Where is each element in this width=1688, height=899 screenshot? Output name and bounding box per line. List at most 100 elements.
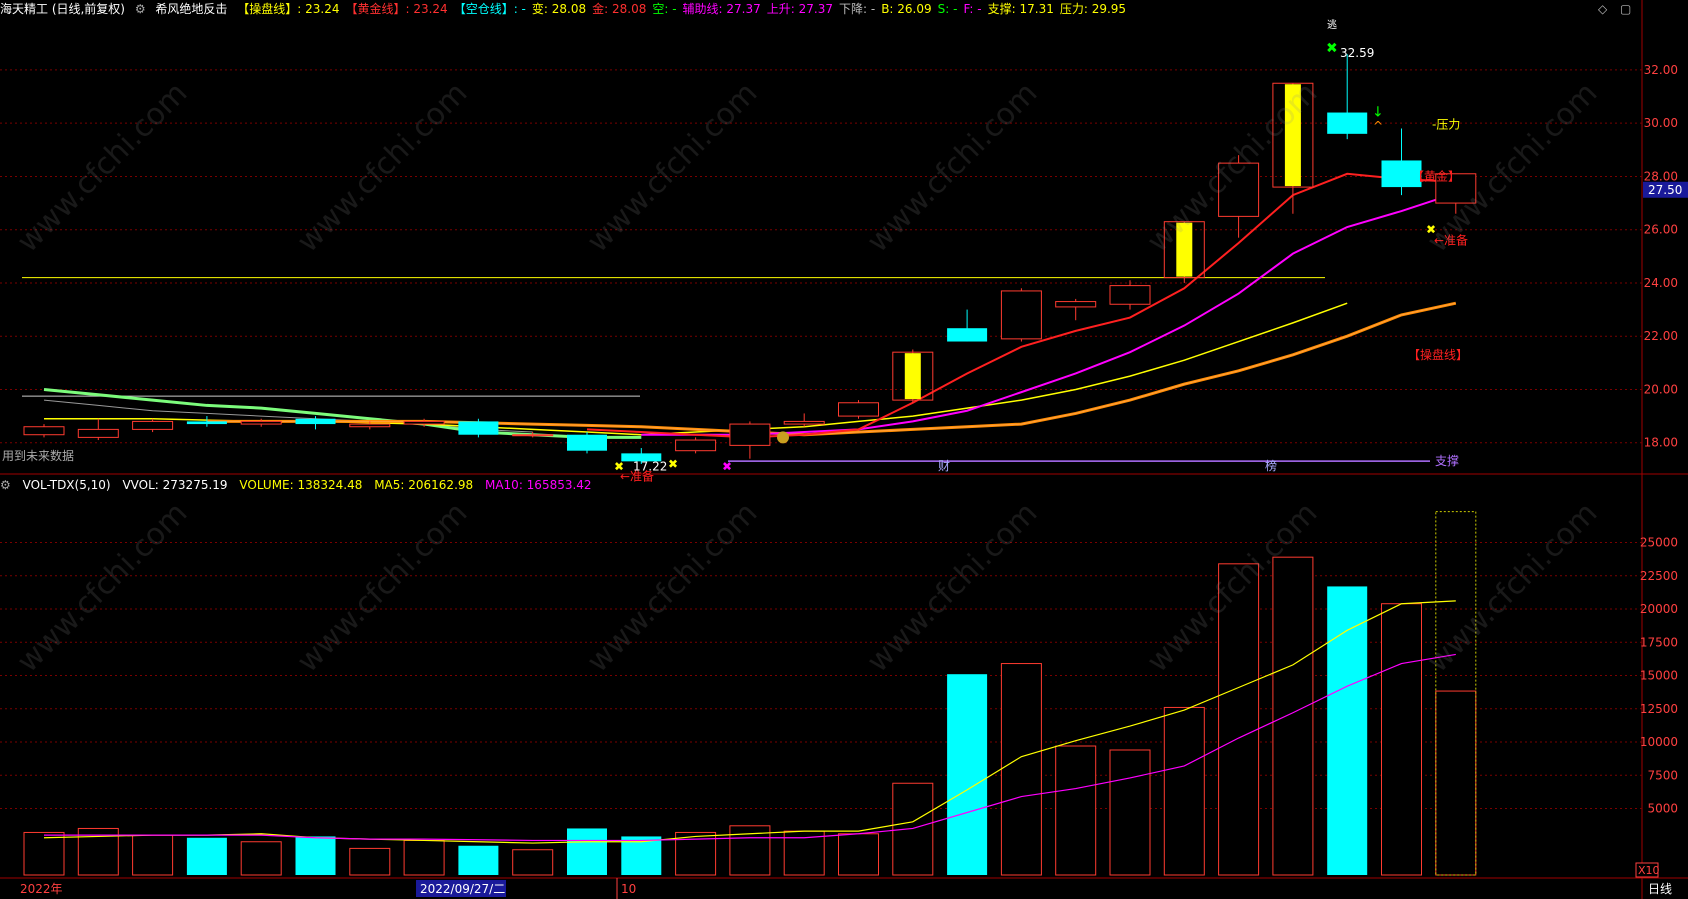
pressure-label: -压力 [1432,118,1460,132]
yellow-x-marker: ✖ [1426,223,1436,237]
candle-body [295,418,336,425]
candle-body [567,434,607,451]
future-data-label: 用到未来数据 [2,448,74,463]
zhunbei-label-right: ←准备 [1434,233,1468,247]
volume-bar [567,828,607,875]
indicator-item: 压力: 29.95 [1059,2,1127,16]
volume-bar [295,836,336,875]
caopan-line [206,301,1457,437]
caopan-label: 【操盘线】 [1408,347,1468,362]
volume-tick-label: 20000 [1640,602,1678,616]
candle-highlight [1176,222,1193,277]
candle-body [77,428,119,438]
date-selected-label: 2022/09/27/二 [420,882,505,896]
volume-bar [240,841,282,876]
indicator-item: S: - [937,2,958,16]
magenta-x-marker: ✖ [722,460,732,474]
volume-bar [1163,706,1205,876]
support-label: 支撑 [1435,453,1459,468]
price-tick-label: 26.00 [1644,223,1678,237]
indicator-values: 【操盘线】: 23.24 【黄金线】: 23.24 【空仓线】: - 变: 28.08… [237,2,1132,16]
diamond-icon[interactable]: ◇ [1598,2,1607,16]
high-value-label: 32.59 [1340,46,1374,60]
mark-bang: 榜 [1265,458,1277,473]
volume-bar [458,845,499,875]
stock-name[interactable]: 海天精工 (日线,前复权) [0,2,125,16]
volume-bar [132,834,174,876]
window-icon[interactable]: ▢ [1620,2,1631,16]
candle-body [1109,285,1151,305]
current-price-label: 27.50 [1648,183,1682,197]
volume-bar [186,837,227,875]
candle-body [512,434,554,437]
volume-tick-label: 17500 [1640,635,1678,649]
volume-panel-header: ⚙ VOL-TDX(5,10) VVOL: 273275.19 VOLUME: … [0,476,1640,494]
volume-unit-label: X10 [1638,864,1660,877]
indicator-item: 下降: - [838,2,876,16]
candle-body [783,420,825,425]
mark-cai: 财 [938,459,950,473]
volume-bar [838,833,879,876]
price-tick-label: 28.00 [1644,169,1678,183]
yellow-x-marker: ✖ [668,457,678,471]
candle-body [729,423,771,446]
indicator-item: F: - [963,2,982,16]
volume-value: VOLUME: 138324.48 [239,478,363,492]
orange-caret-marker: ^ [1373,119,1383,133]
money-bag-icon [777,431,789,444]
volume-tick-label: 10000 [1640,735,1678,749]
candle-body [1055,301,1097,308]
candle-highlight [904,353,921,400]
yellow-x-marker: ✖ [614,460,624,474]
candle-body [186,421,227,425]
indicator-item: 支撑: 17.31 [987,2,1054,16]
ma10-value: MA10: 165853.42 [484,478,592,492]
formula-name[interactable]: 希风绝地反击 [155,2,227,16]
volume-indicator-name[interactable]: VOL-TDX(5,10) [23,478,111,492]
indicator-item: 【操盘线】: 23.24 [237,2,340,16]
volume-tick-label: 15000 [1640,669,1678,683]
volume-bar [1272,556,1314,876]
candle-body [403,420,445,425]
volume-bar [1435,690,1477,876]
period-label: 日线 [1648,882,1672,896]
price-tick-label: 18.00 [1644,436,1678,450]
candle-body [1000,290,1042,340]
volume-bar [23,831,65,876]
date-month-label: 10 [621,882,636,896]
volume-bar [1218,563,1260,876]
volume-bar [1381,603,1422,876]
candle-body [947,328,988,342]
indicator-item: 【空仓线】: - [453,2,526,16]
chart-canvas[interactable]: 18.00 20.00 22.00 24.00 26.00 28.00 30.00 32.00… [0,0,1688,899]
candle-body [838,402,879,417]
volume-bar [1055,745,1097,876]
price-tick-label: 20.00 [1644,382,1678,396]
jin-line [206,302,1456,436]
vvol-value: VVOL: 273275.19 [122,478,228,492]
indicator-item: B: 26.09 [881,2,932,16]
candle-body [349,423,391,428]
indicator-item: 上升: 27.37 [766,2,833,16]
green-x-marker: ✖ [1326,41,1338,57]
indicator-item: 空: - [652,2,677,16]
volume-bar [1109,749,1151,876]
candle-body [1327,112,1368,134]
gear-icon[interactable]: ⚙ [135,2,146,16]
indicator-item: 变: 28.08 [531,2,587,16]
indicator-item: 辅助线: 27.37 [682,2,761,16]
ma5-value: MA5: 206162.98 [374,478,474,492]
volume-bar [947,674,988,875]
gear-icon[interactable]: ⚙ [0,478,11,492]
volume-tick-label: 7500 [1647,768,1678,782]
indicator-item: 金: 28.08 [592,2,647,16]
volume-bar [512,849,554,876]
candle-highlight [1284,84,1301,187]
price-panel-header: 海天精工 (日线,前复权) ⚙ 希风绝地反击 【操盘线】: 23.24 【黄金线】… [0,0,1640,20]
price-tick-label: 24.00 [1644,276,1678,290]
volume-bar [892,782,934,876]
price-tick-label: 22.00 [1644,329,1678,343]
volume-bar [403,839,445,876]
jin-label: 【黄金】 [1412,168,1460,183]
volume-tick-label: 12500 [1640,702,1678,716]
